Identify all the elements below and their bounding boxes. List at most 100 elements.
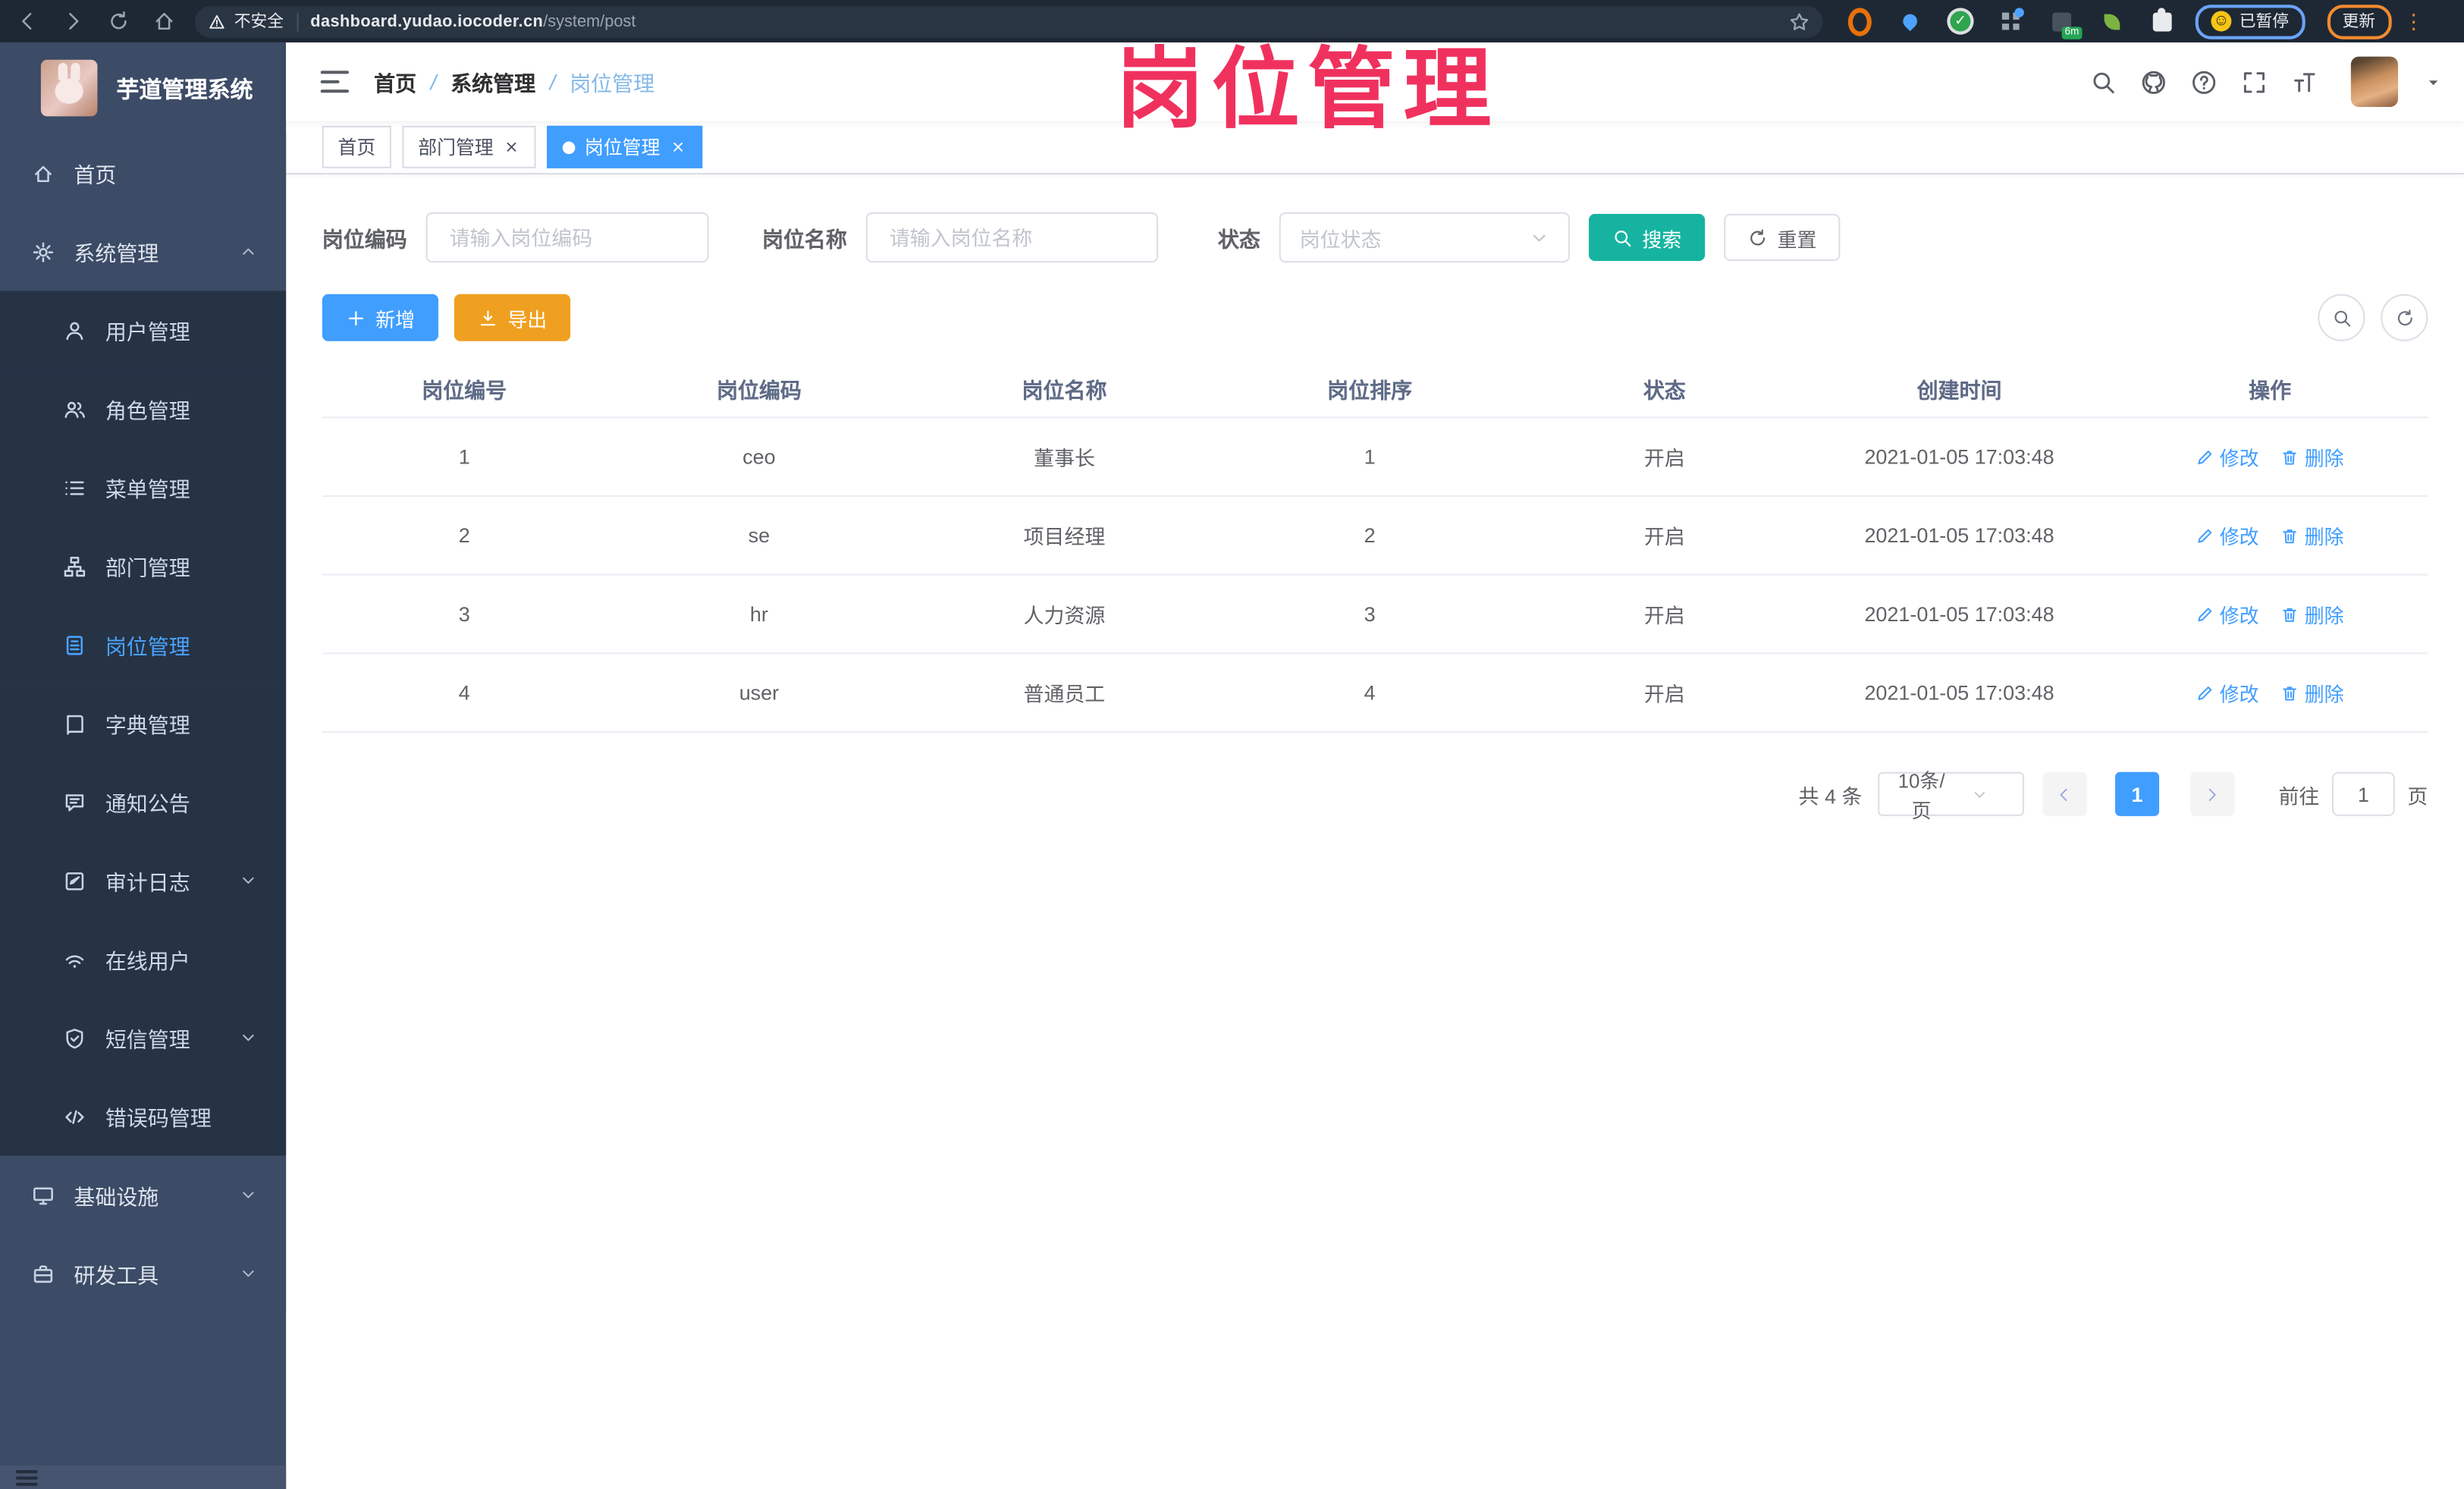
plus-icon: [346, 307, 366, 328]
prev-page-button[interactable]: [2042, 771, 2087, 816]
grid-blue-dot-extension-icon[interactable]: [1999, 8, 2024, 33]
puzzle-extensions-menu-icon[interactable]: [2150, 7, 2174, 33]
delete-link[interactable]: 删除: [2281, 599, 2344, 629]
update-button[interactable]: 更新: [2326, 4, 2391, 39]
orange-ring-extension-icon[interactable]: [1847, 7, 1872, 36]
font-size-icon[interactable]: [2291, 68, 2318, 95]
sidebar-item-dev-tools[interactable]: 研发工具: [0, 1234, 287, 1313]
browser-reload-button[interactable]: [107, 9, 130, 33]
sidebar-item-label: 岗位管理: [105, 635, 190, 659]
page-number-button[interactable]: 1: [2114, 771, 2160, 816]
chevron-down-icon: [1951, 785, 2010, 803]
browser-back-button[interactable]: [16, 9, 39, 33]
search-button[interactable]: 搜索: [1588, 213, 1706, 262]
column-header: 创建时间: [1806, 360, 2112, 419]
tab-label: 岗位管理: [584, 137, 661, 159]
sprout-extension-icon[interactable]: [2099, 9, 2123, 33]
browser-forward-button[interactable]: [61, 9, 85, 33]
sidebar-item-audit-log[interactable]: 审计日志: [0, 841, 287, 920]
column-header: 岗位编码: [606, 360, 912, 419]
avatar[interactable]: [2350, 56, 2399, 107]
table-row: 3 hr 人力资源 3 开启 2021-01-05 17:03:48 修改 删除: [322, 574, 2428, 655]
smiley-emoji-icon: ☺: [2211, 11, 2232, 32]
page-size-select[interactable]: 10条/页: [1878, 771, 2024, 822]
close-icon[interactable]: [503, 138, 520, 155]
delete-link[interactable]: 删除: [2281, 441, 2344, 471]
close-icon[interactable]: [670, 138, 687, 155]
delete-link[interactable]: 删除: [2281, 520, 2344, 550]
refresh-icon: [2394, 307, 2415, 328]
sidebar-item-posts[interactable]: 岗位管理: [0, 605, 287, 684]
cell-id: 1: [322, 417, 607, 498]
trash-icon: [2281, 448, 2300, 466]
code-icon: [63, 1104, 86, 1128]
edit-link[interactable]: 修改: [2196, 599, 2259, 629]
sidebar-item-error-codes[interactable]: 错误码管理: [0, 1076, 287, 1156]
fullscreen-icon[interactable]: [2241, 68, 2268, 95]
sidebar-item-roles[interactable]: 角色管理: [0, 369, 287, 448]
post-code-label: 岗位编码: [322, 228, 407, 252]
edit-link[interactable]: 修改: [2196, 677, 2259, 707]
delete-link[interactable]: 删除: [2281, 677, 2344, 707]
tab-label: 部门管理: [418, 137, 494, 159]
sidebar-item-home[interactable]: 首页: [0, 134, 287, 212]
goto-input-wrap: [2331, 771, 2395, 816]
caret-down-icon[interactable]: [2425, 73, 2442, 90]
sidebar-item-sms[interactable]: 短信管理: [0, 998, 287, 1077]
address-bar[interactable]: 不安全 dashboard.yudao.iocoder.cn /system/p…: [194, 5, 1823, 37]
cell-name: 董事长: [912, 417, 1217, 498]
search-icon[interactable]: [2090, 68, 2117, 95]
book-icon: [63, 712, 86, 735]
breadcrumb-item[interactable]: 系统管理: [450, 66, 535, 97]
paused-badge[interactable]: ☺ 已暂停: [2195, 4, 2305, 39]
breadcrumb-item[interactable]: 首页: [374, 66, 416, 97]
cell-operations: 修改 删除: [2111, 653, 2428, 733]
tab-首页[interactable]: 首页: [322, 125, 391, 168]
add-button[interactable]: 新增: [322, 294, 439, 341]
edit-link[interactable]: 修改: [2196, 441, 2259, 471]
tab-岗位管理[interactable]: 岗位管理: [547, 125, 703, 168]
sidebar-item-users[interactable]: 用户管理: [0, 291, 287, 370]
edit-link[interactable]: 修改: [2196, 520, 2259, 550]
sidebar-logo[interactable]: 芋道管理系统: [0, 42, 286, 134]
cell-created: 2021-01-05 17:03:48: [1806, 495, 2112, 576]
top-navbar: 首页 / 系统管理 / 岗位管理: [286, 42, 2464, 121]
green-check-extension-icon[interactable]: ✓: [1948, 9, 1972, 33]
sidebar-item-label: 基础设施: [74, 1185, 159, 1210]
browser-menu-icon[interactable]: ⋮: [2403, 8, 2424, 33]
terminal-extension-icon[interactable]: 6m: [2049, 9, 2083, 39]
reset-button[interactable]: 重置: [1724, 213, 1841, 262]
browser-home-button[interactable]: [152, 9, 176, 33]
sidebar-item-notice[interactable]: 通知公告: [0, 762, 287, 842]
goto-page-input[interactable]: [2334, 781, 2393, 808]
sidebar-item-menus[interactable]: 菜单管理: [0, 448, 287, 527]
toggle-search-button[interactable]: [2318, 294, 2365, 341]
export-button[interactable]: 导出: [454, 294, 571, 341]
status-select[interactable]: 岗位状态: [1279, 212, 1571, 263]
sidebar-item-infrastructure[interactable]: 基础设施: [0, 1155, 287, 1235]
edit-link-label: 修改: [2219, 526, 2259, 549]
table-row: 2 se 项目经理 2 开启 2021-01-05 17:03:48 修改 删除: [322, 495, 2428, 576]
sidebar-fold-icon[interactable]: [320, 71, 350, 93]
next-page-button[interactable]: [2190, 771, 2235, 816]
location-pin-extension-icon[interactable]: [1898, 9, 1922, 33]
github-icon[interactable]: [2140, 68, 2167, 95]
post-code-input[interactable]: [446, 224, 689, 251]
bookmark-star-icon[interactable]: [1788, 10, 1810, 32]
chevron-down-icon: [239, 871, 258, 890]
sidebar-item-system[interactable]: 系统管理: [0, 212, 287, 291]
refresh-table-button[interactable]: [2381, 294, 2428, 341]
search-button-icon: [1612, 228, 1633, 248]
cell-status: 开启: [1522, 495, 1807, 576]
post-name-input[interactable]: [886, 224, 1138, 251]
hamburger-icon[interactable]: [15, 1470, 38, 1486]
paused-label: 已暂停: [2239, 12, 2290, 32]
sidebar-item-dictionary[interactable]: 字典管理: [0, 683, 287, 763]
cell-sort: 2: [1216, 495, 1523, 576]
sidebar-item-online-users[interactable]: 在线用户: [0, 919, 287, 999]
sidebar-item-departments[interactable]: 部门管理: [0, 526, 287, 606]
tab-部门管理[interactable]: 部门管理: [402, 125, 536, 168]
docs-help-icon[interactable]: [2191, 68, 2218, 95]
cell-id: 3: [322, 574, 607, 655]
status-label: 状态: [1217, 228, 1260, 252]
